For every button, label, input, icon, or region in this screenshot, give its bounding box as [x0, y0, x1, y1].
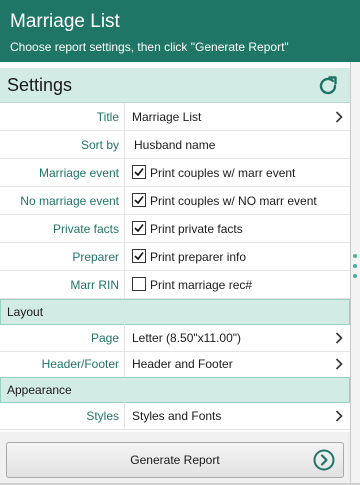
- no-marriage-event-option[interactable]: Print couples w/ NO marr event: [124, 187, 351, 214]
- page-field[interactable]: Letter (8.50"x11.00"): [124, 324, 351, 351]
- preparer-text: Print preparer info: [150, 250, 247, 264]
- page-label: Page: [90, 331, 119, 345]
- styles-label: Styles: [86, 409, 119, 423]
- preparer-option[interactable]: Print preparer info: [124, 243, 351, 270]
- private-facts-checkbox[interactable]: [132, 221, 146, 235]
- row-private-facts: Private facts Print private facts: [0, 215, 350, 243]
- header-footer-label: Header/Footer: [41, 357, 119, 371]
- sort-by-value: Husband name: [134, 138, 216, 152]
- no-marriage-event-checkbox[interactable]: [132, 193, 146, 207]
- title-value: Marriage List: [132, 110, 202, 124]
- generate-report-button[interactable]: Generate Report: [6, 442, 344, 478]
- row-no-marriage-event: No marriage event Print couples w/ NO ma…: [0, 187, 350, 215]
- settings-heading: Settings: [7, 75, 73, 95]
- appearance-heading: Appearance: [7, 383, 72, 397]
- layout-heading: Layout: [7, 305, 44, 319]
- chevron-right-icon: [335, 332, 343, 344]
- sort-by-label: Sort by: [80, 138, 119, 152]
- row-sort-by: Sort by Husband name: [0, 131, 350, 159]
- row-preparer: Preparer Print preparer info: [0, 243, 350, 271]
- footer-bar: Generate Report: [0, 432, 350, 485]
- private-facts-label: Private facts: [52, 222, 119, 236]
- refresh-icon[interactable]: [316, 74, 340, 98]
- styles-field[interactable]: Styles and Fonts: [124, 402, 351, 429]
- marr-rin-text: Print marriage rec#: [150, 278, 253, 292]
- title-label: Title: [96, 110, 119, 124]
- appearance-section-header[interactable]: Appearance: [0, 377, 350, 403]
- preparer-checkbox[interactable]: [132, 249, 146, 263]
- layout-section-header[interactable]: Layout: [0, 299, 350, 325]
- checkmark-icon: [134, 196, 144, 205]
- marriage-event-label: Marriage event: [38, 166, 119, 180]
- marr-rin-option[interactable]: Print marriage rec#: [124, 271, 351, 298]
- private-facts-option[interactable]: Print private facts: [124, 215, 351, 242]
- marr-rin-label: Marr RIN: [70, 278, 119, 292]
- no-marriage-event-text: Print couples w/ NO marr event: [150, 194, 317, 208]
- arrow-circle-right-icon: [313, 449, 335, 471]
- private-facts-text: Print private facts: [150, 222, 243, 236]
- row-marriage-event: Marriage event Print couples w/ marr eve…: [0, 159, 350, 187]
- page-value: Letter (8.50"x11.00"): [132, 331, 242, 345]
- no-marriage-event-label: No marriage event: [20, 194, 119, 208]
- window-header: Marriage List Choose report settings, th…: [0, 0, 360, 62]
- header-footer-value: Header and Footer: [132, 357, 233, 371]
- marriage-event-checkbox[interactable]: [132, 165, 146, 179]
- sort-by-field[interactable]: Husband name: [124, 131, 351, 158]
- row-marr-rin: Marr RIN Print marriage rec#: [0, 271, 350, 299]
- marr-rin-checkbox[interactable]: [132, 277, 146, 291]
- chevron-right-icon: [335, 358, 343, 370]
- marriage-event-text: Print couples w/ marr event: [150, 166, 296, 180]
- settings-section-header: Settings: [0, 68, 350, 103]
- preparer-label: Preparer: [72, 250, 119, 264]
- chevron-right-icon: [335, 111, 343, 123]
- marriage-event-option[interactable]: Print couples w/ marr event: [124, 159, 351, 186]
- header-footer-field[interactable]: Header and Footer: [124, 350, 351, 377]
- chevron-right-icon: [335, 410, 343, 422]
- title-field[interactable]: Marriage List: [124, 103, 351, 130]
- row-styles: Styles Styles and Fonts: [0, 402, 350, 430]
- checkmark-icon: [134, 252, 144, 261]
- report-instructions: Choose report settings, then click "Gene…: [10, 40, 289, 54]
- row-title: Title Marriage List: [0, 103, 350, 131]
- row-header-footer: Header/Footer Header and Footer: [0, 350, 350, 378]
- checkmark-icon: [134, 168, 144, 177]
- styles-value: Styles and Fonts: [132, 409, 222, 423]
- report-title: Marriage List: [10, 11, 120, 32]
- row-page: Page Letter (8.50"x11.00"): [0, 324, 350, 352]
- splitter-grip[interactable]: [353, 254, 358, 284]
- checkmark-icon: [134, 224, 144, 233]
- generate-report-label: Generate Report: [130, 453, 220, 467]
